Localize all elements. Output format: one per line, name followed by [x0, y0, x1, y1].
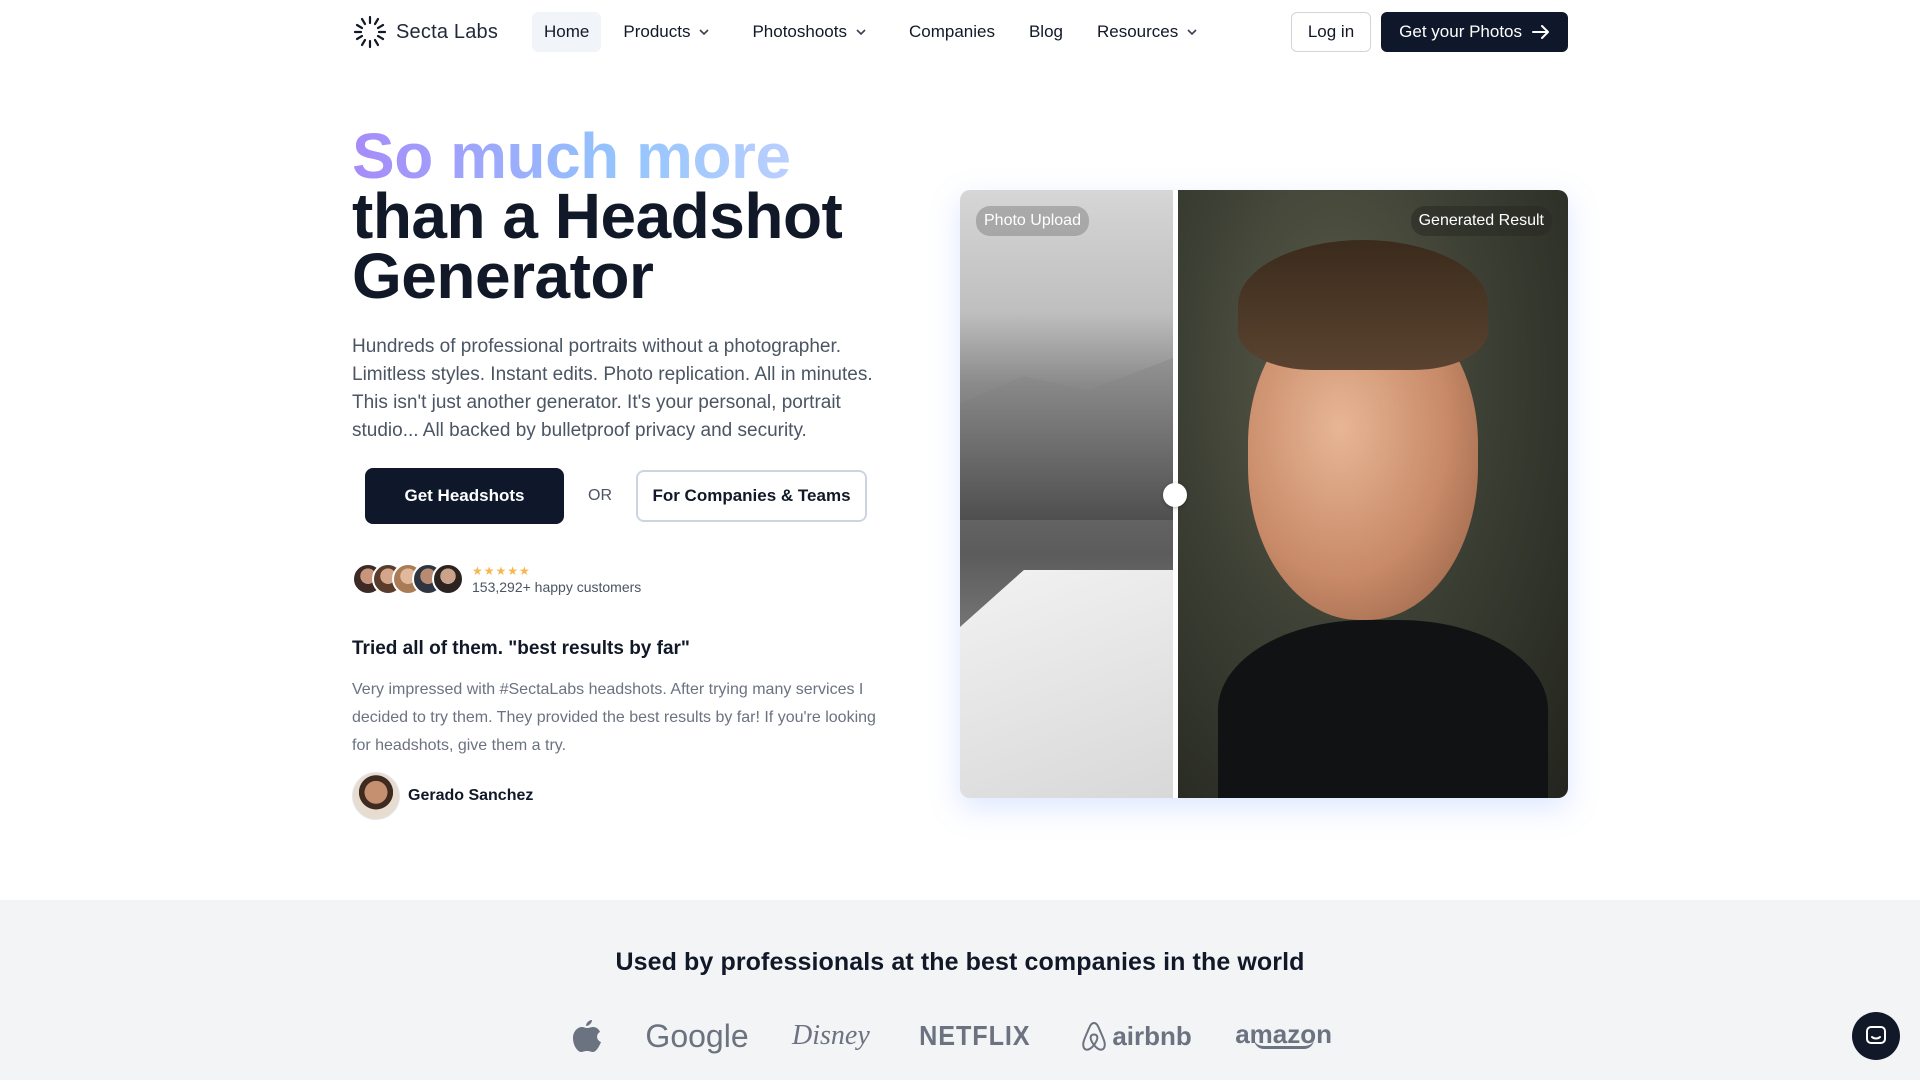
- nav-products-label: Products: [623, 22, 691, 41]
- secta-logo-icon: [353, 15, 387, 49]
- airbnb-logo: airbnb: [1080, 1020, 1192, 1052]
- chat-widget-button[interactable]: [1852, 1012, 1900, 1060]
- hero-title: So much more than a Headshot Generator: [352, 124, 843, 312]
- amazon-logo: amazon: [1235, 1021, 1332, 1049]
- chat-icon: [1866, 1026, 1886, 1044]
- nav-actions: Log in Get your Photos: [1290, 12, 1568, 52]
- airbnb-icon: [1082, 1021, 1107, 1051]
- netflix-logo: NETFLIX: [919, 1020, 1031, 1051]
- nav-products[interactable]: Products: [611, 12, 722, 52]
- get-headshots-button[interactable]: Get Headshots: [365, 468, 564, 524]
- login-button[interactable]: Log in: [1290, 12, 1372, 52]
- nav-blog-label: Blog: [1028, 22, 1063, 41]
- rating: ★★★★★ 153,292+ happy customers: [472, 563, 641, 595]
- testimonial-author: Gerado Sanchez: [352, 772, 533, 820]
- airbnb-wordmark: airbnb: [1112, 1020, 1192, 1051]
- photo-upload-tag: Photo Upload: [976, 206, 1089, 236]
- google-logo: Google: [645, 1017, 749, 1054]
- apple-logo-icon: [572, 1018, 602, 1054]
- testimonial-title: Tried all of them. "best results by far": [352, 638, 690, 659]
- logos-band: Used by professionals at the best compan…: [0, 900, 1920, 1080]
- author-avatar: [352, 772, 400, 820]
- get-photos-button[interactable]: Get your Photos: [1381, 12, 1568, 52]
- brand[interactable]: Secta Labs: [352, 14, 498, 50]
- or-separator: OR: [588, 487, 612, 504]
- nav-companies-label: Companies: [908, 22, 995, 41]
- landscape-hills: [960, 358, 1173, 520]
- hero-cta-row: Get Headshots OR For Companies & Teams: [365, 468, 867, 524]
- comparison-slider-handle[interactable]: [1163, 483, 1187, 507]
- nav-home[interactable]: Home: [532, 12, 602, 52]
- hero-title-line-1: So much more: [352, 124, 842, 188]
- social-proof: ★★★★★ 153,292+ happy customers: [352, 563, 641, 595]
- disney-logo: Disney: [792, 1020, 870, 1051]
- nav-photoshoots[interactable]: Photoshoots: [740, 12, 879, 52]
- nav-resources[interactable]: Resources: [1085, 12, 1210, 52]
- get-photos-label: Get your Photos: [1399, 22, 1522, 41]
- nav-companies[interactable]: Companies: [897, 12, 1007, 52]
- brand-name: Secta Labs: [396, 20, 499, 43]
- star-rating-icon: ★★★★★: [472, 564, 531, 578]
- before-after-comparison: Photo Upload Generated Result: [960, 190, 1568, 798]
- arrow-right-icon: [1532, 25, 1549, 39]
- nav-blog[interactable]: Blog: [1017, 12, 1075, 52]
- upload-person-shirt: [960, 570, 1173, 798]
- nav-photoshoots-label: Photoshoots: [752, 22, 847, 41]
- avatar: [432, 563, 464, 595]
- customer-avatars: [352, 563, 464, 595]
- chevron-down-icon: [699, 29, 710, 36]
- customer-count: 153,292+ happy customers: [472, 579, 642, 595]
- nav-home-label: Home: [544, 22, 590, 41]
- companies-teams-button[interactable]: For Companies & Teams: [636, 470, 867, 522]
- chevron-down-icon: [1187, 29, 1197, 36]
- author-name: Gerado Sanchez: [408, 787, 534, 804]
- testimonial-body: Very impressed with #SectaLabs headshots…: [352, 681, 876, 754]
- amazon-smile-icon: [1253, 1039, 1314, 1049]
- chevron-down-icon: [856, 29, 866, 36]
- top-navbar: Secta Labs Home Products Photoshoots Com…: [0, 0, 1920, 64]
- turtleneck: [1218, 620, 1548, 798]
- hero-title-line-2: than a Headshot: [352, 180, 843, 252]
- portrait-hair: [1238, 240, 1488, 370]
- logos-band-title: Used by professionals at the best compan…: [615, 948, 1305, 976]
- hero-description: Hundreds of professional portraits witho…: [352, 336, 873, 441]
- photo-upload-image: [960, 190, 1173, 798]
- nav-resources-label: Resources: [1097, 22, 1179, 41]
- generated-result-tag: Generated Result: [1410, 206, 1552, 236]
- hero-title-line-3: Generator: [352, 240, 654, 312]
- generated-result-image: [1178, 190, 1568, 798]
- nav-links: Home Products Photoshoots Companies Blog…: [532, 12, 1220, 52]
- company-logos: Google Disney NETFLIX airbnb amazon: [572, 1012, 1332, 1060]
